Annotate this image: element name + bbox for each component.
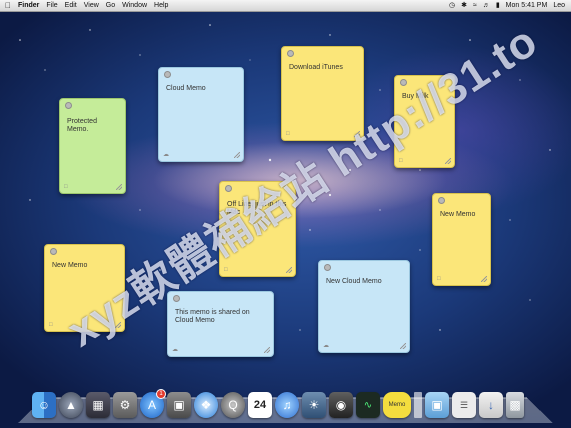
- preview-icon[interactable]: ▣: [167, 392, 191, 418]
- memo-app-icon[interactable]: Memo: [383, 392, 411, 418]
- apple-menu-icon[interactable]: : [5, 1, 11, 10]
- memo-text[interactable]: New Cloud Memo: [326, 278, 403, 286]
- menu-view[interactable]: View: [84, 0, 99, 11]
- launchpad-icon[interactable]: ▲: [59, 392, 83, 418]
- resize-grip-icon[interactable]: [115, 322, 121, 328]
- memo-text[interactable]: This memo is shared on Cloud Memo: [175, 309, 267, 325]
- menu-extras: ◷ ✱ ≈ ♬ ▮ Mon 5:41 PM Leo: [443, 0, 565, 11]
- menu-help[interactable]: Help: [154, 0, 168, 11]
- menu-edit[interactable]: Edit: [65, 0, 77, 11]
- memo-text[interactable]: New Memo: [440, 211, 484, 219]
- resize-grip-icon[interactable]: [264, 347, 270, 353]
- resize-grip-icon[interactable]: [400, 343, 406, 349]
- memo-buy-milk[interactable]: Buy Milk □: [394, 75, 455, 168]
- quicktime-icon[interactable]: Q: [221, 392, 245, 418]
- document-stack-icon[interactable]: ☰: [452, 392, 476, 418]
- memo-pin-icon[interactable]: [324, 264, 331, 271]
- memo-pin-icon[interactable]: [438, 197, 445, 204]
- resize-grip-icon[interactable]: [445, 158, 451, 164]
- calendar-date: 24: [253, 399, 267, 411]
- cloud-icon: ☁: [163, 152, 169, 158]
- memo-protected[interactable]: Protected Memo. □: [59, 98, 126, 194]
- applications-folder-icon[interactable]: ▣: [425, 392, 449, 418]
- memo-text[interactable]: Download iTunes: [289, 64, 357, 72]
- memo-cloud[interactable]: Cloud Memo ☁: [158, 67, 244, 162]
- app-menu-finder[interactable]: Finder: [18, 0, 39, 11]
- memo-new-left[interactable]: New Memo □: [44, 244, 125, 332]
- memo-text[interactable]: New Memo: [52, 262, 118, 270]
- calendar-icon[interactable]: 24: [248, 392, 272, 418]
- dock: ☺ ▲ ▦ ⚙ A1 ▣ ❖ Q 24 ♫ ☀ ◉ ∿ Memo ▣ ☰ ↓ ▩: [32, 388, 532, 418]
- bluetooth-icon[interactable]: ✱: [461, 0, 467, 11]
- dock-separator: [414, 392, 422, 418]
- activity-monitor-icon[interactable]: ∿: [356, 392, 380, 418]
- memo-pin-icon[interactable]: [400, 79, 407, 86]
- sync-icon: □: [49, 322, 53, 328]
- memo-pin-icon[interactable]: [287, 50, 294, 57]
- sync-icon: □: [224, 267, 228, 273]
- cloud-icon: ☁: [323, 343, 329, 349]
- resize-grip-icon[interactable]: [234, 152, 240, 158]
- finder-icon[interactable]: ☺: [32, 392, 56, 418]
- battery-icon[interactable]: ▮: [496, 0, 500, 11]
- sync-icon: □: [286, 131, 290, 137]
- menu-bar:  Finder File Edit View Go Window Help ◷…: [0, 0, 571, 12]
- memo-pin-icon[interactable]: [173, 295, 180, 302]
- menu-window[interactable]: Window: [122, 0, 147, 11]
- resize-grip-icon[interactable]: [354, 131, 360, 137]
- sync-icon: □: [399, 158, 403, 164]
- mission-control-icon[interactable]: ▦: [86, 392, 110, 418]
- user-menu[interactable]: Leo: [553, 0, 565, 11]
- memo-text[interactable]: Protected Memo.: [67, 118, 119, 134]
- resize-grip-icon[interactable]: [481, 276, 487, 282]
- menu-clock[interactable]: Mon 5:41 PM: [506, 0, 548, 11]
- memo-pin-icon[interactable]: [65, 102, 72, 109]
- memo-new-cloud[interactable]: New Cloud Memo ☁: [318, 260, 410, 353]
- wifi-icon[interactable]: ≈: [473, 0, 477, 11]
- cloud-icon: ☁: [172, 347, 178, 353]
- memo-pin-icon[interactable]: [164, 71, 171, 78]
- itunes-icon[interactable]: ♫: [275, 392, 299, 418]
- sync-icon: □: [437, 276, 441, 282]
- memo-text[interactable]: Off Line, just in this Mac: [227, 201, 289, 217]
- lock-icon: □: [64, 184, 68, 190]
- menu-file[interactable]: File: [46, 0, 57, 11]
- safari-icon[interactable]: ❖: [194, 392, 218, 418]
- memo-text[interactable]: Buy Milk: [402, 93, 448, 101]
- volume-icon[interactable]: ♬: [483, 0, 490, 11]
- system-preferences-icon[interactable]: ⚙: [113, 392, 137, 418]
- iphoto-icon[interactable]: ☀: [302, 392, 326, 418]
- memo-shared[interactable]: This memo is shared on Cloud Memo ☁: [167, 291, 274, 357]
- time-machine-icon[interactable]: ◷: [449, 0, 455, 11]
- memo-offline[interactable]: Off Line, just in this Mac □: [219, 181, 296, 277]
- photo-booth-icon[interactable]: ◉: [329, 392, 353, 418]
- app-store-icon[interactable]: A1: [140, 389, 166, 418]
- trash-icon[interactable]: ▩: [506, 392, 524, 418]
- resize-grip-icon[interactable]: [286, 267, 292, 273]
- memo-new-right[interactable]: New Memo □: [432, 193, 491, 286]
- downloads-stack-icon[interactable]: ↓: [479, 392, 503, 418]
- memo-pin-icon[interactable]: [225, 185, 232, 192]
- memo-pin-icon[interactable]: [50, 248, 57, 255]
- app-store-badge: 1: [156, 389, 166, 399]
- memo-text[interactable]: Cloud Memo: [166, 85, 237, 93]
- menu-go[interactable]: Go: [106, 0, 115, 11]
- memo-download-itunes[interactable]: Download iTunes □: [281, 46, 364, 141]
- memo-app-label: Memo: [388, 402, 406, 408]
- resize-grip-icon[interactable]: [116, 184, 122, 190]
